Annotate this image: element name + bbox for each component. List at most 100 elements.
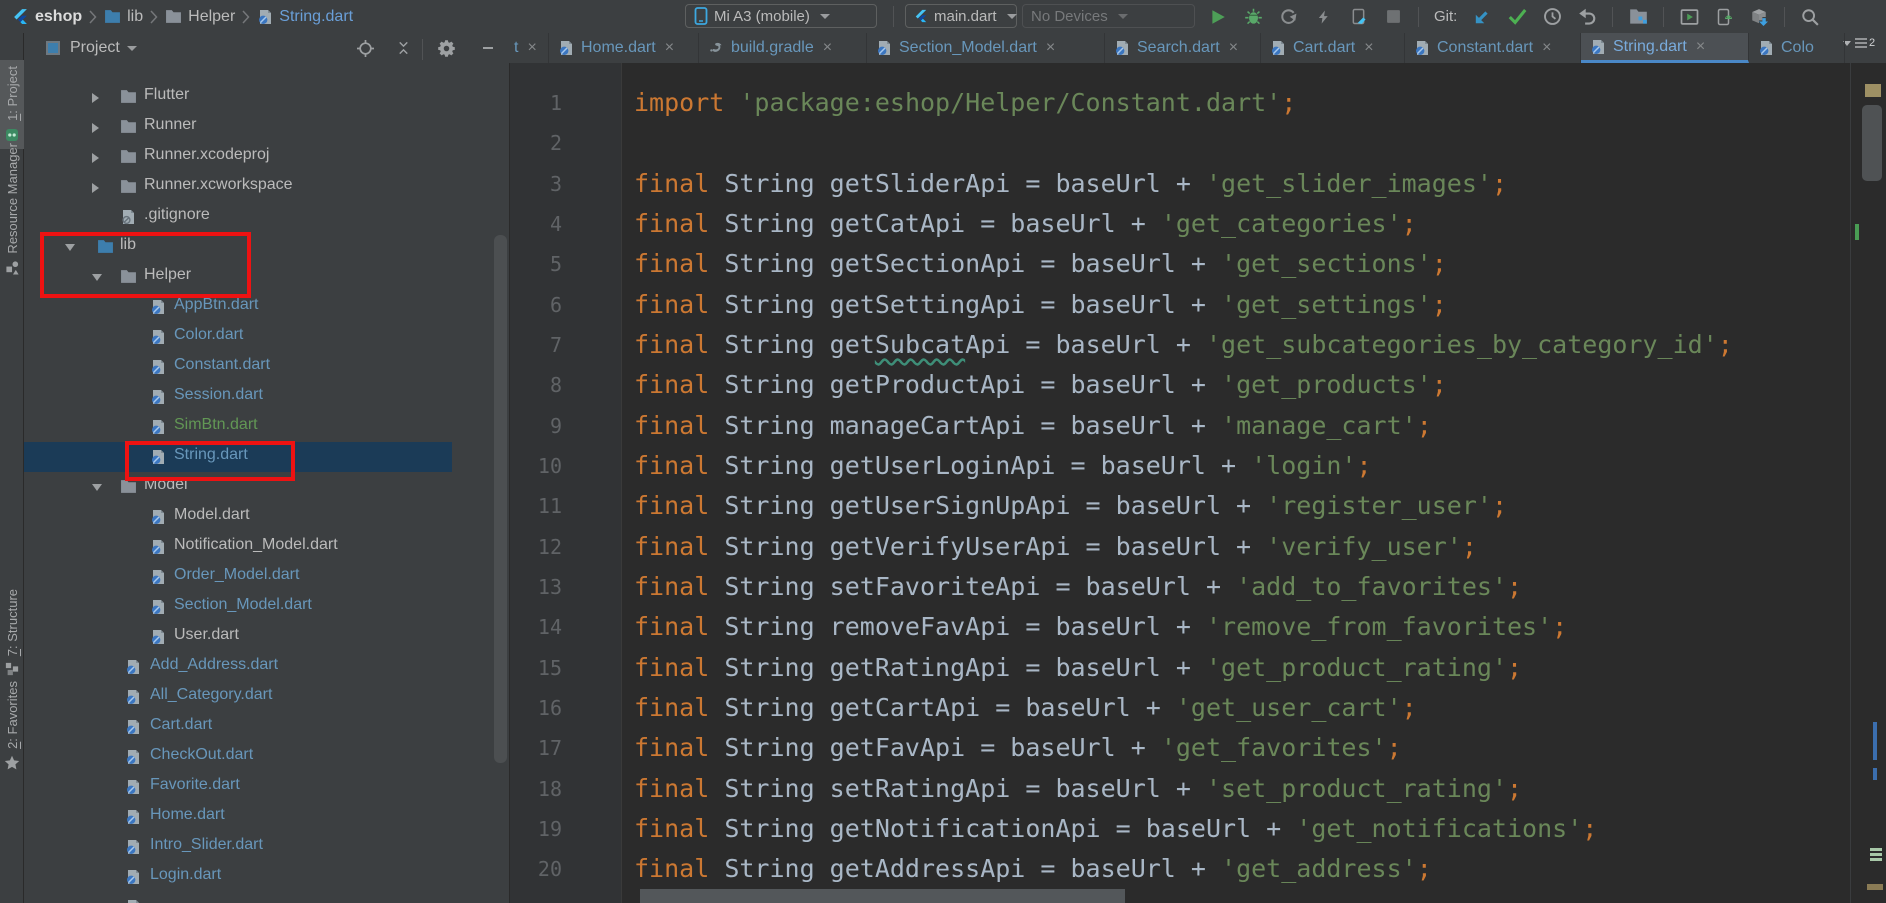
tool-window-button-2-favorites[interactable]: 2: Favorites [0, 675, 24, 777]
tree-item-session-dart[interactable]: Session.dart [24, 382, 510, 412]
tree-item-user-dart[interactable]: User.dart [24, 622, 510, 652]
target-device-label: No Devices [1031, 8, 1108, 25]
debug-button[interactable] [1243, 7, 1263, 27]
tab-build-gradle[interactable]: build.gradle× [699, 33, 867, 63]
code-line-4: final String getCatApi = baseUrl + 'get_… [634, 204, 1417, 244]
history-button[interactable] [1542, 7, 1562, 27]
tree-item-label: Notification_Model.dart [174, 536, 338, 554]
tree-item-login-dart[interactable]: Login.dart [24, 862, 510, 892]
tab-string-dart[interactable]: String.dart× [1581, 33, 1749, 63]
code-editor[interactable]: 1234567891011121314151617181920 import '… [510, 63, 1886, 903]
close-icon[interactable]: × [665, 39, 674, 57]
undo-icon [1578, 8, 1597, 25]
code-line-20: final String getAddressApi = baseUrl + '… [634, 849, 1432, 889]
commit-button[interactable] [1507, 7, 1527, 27]
close-icon[interactable]: × [1696, 38, 1705, 56]
chevron-collapsed-icon[interactable] [92, 153, 99, 163]
editor-scrollbar-thumb[interactable] [1862, 105, 1882, 181]
device-selector-label: Mi A3 (mobile) [714, 8, 810, 25]
tree-item-color-dart[interactable]: Color.dart [24, 322, 510, 352]
tree-item-all-category-dart[interactable]: All_Category.dart [24, 682, 510, 712]
breadcrumb-item-lib[interactable]: lib [104, 8, 143, 26]
minimize-icon[interactable] [479, 39, 497, 57]
locate-icon[interactable] [356, 39, 374, 57]
run-config-selector[interactable]: main.dart [905, 4, 1017, 28]
close-icon[interactable]: × [1046, 39, 1055, 57]
tool-window-button-resource-manager[interactable]: Resource Manager [0, 137, 24, 281]
tree-item-order-model-dart[interactable]: Order_Model.dart [24, 562, 510, 592]
error-stripe[interactable] [1850, 63, 1886, 903]
open-devtools-button[interactable] [1348, 7, 1368, 27]
toolbar-separator [1663, 7, 1664, 27]
tree-item-home-dart[interactable]: Home.dart [24, 802, 510, 832]
tree-item-add-address-dart[interactable]: Add_Address.dart [24, 652, 510, 682]
tab-home-dart[interactable]: Home.dart× [549, 33, 699, 63]
chevron-collapsed-icon[interactable] [92, 93, 99, 103]
line-number: 1 [510, 83, 562, 123]
chevron-collapsed-icon[interactable] [92, 183, 99, 193]
sdk-manager-button[interactable] [1749, 7, 1769, 27]
close-icon[interactable]: × [1542, 39, 1551, 57]
close-icon[interactable]: × [1229, 39, 1238, 57]
update-project-button[interactable] [1472, 7, 1492, 27]
tree-item--gitignore[interactable]: .gitignore [24, 202, 510, 232]
close-icon[interactable]: × [823, 39, 832, 57]
tab-t[interactable]: t× [505, 33, 549, 63]
tree-item-checkout-dart[interactable]: CheckOut.dart [24, 742, 510, 772]
tree-item-model-dart[interactable]: Model.dart [24, 502, 510, 532]
tool-window-button-1-project[interactable]: 1: Project [0, 60, 24, 149]
tree-item-clipped[interactable] [24, 892, 510, 903]
hidden-tabs-button[interactable]: 2 [1843, 37, 1875, 49]
chevron-expanded-icon[interactable] [92, 484, 102, 491]
tab-cart-dart[interactable]: Cart.dart× [1261, 33, 1405, 63]
breadcrumb-item-eshop[interactable]: eshop [12, 8, 82, 26]
tree-item-runner[interactable]: Runner [24, 112, 510, 142]
chevron-collapsed-icon[interactable] [92, 123, 99, 133]
toolbar-separator [1418, 7, 1419, 27]
inspection-status-badge[interactable] [1865, 84, 1881, 97]
tree-item-intro-slider-dart[interactable]: Intro_Slider.dart [24, 832, 510, 862]
code-line-18: final String setRatingApi = baseUrl + 's… [634, 769, 1522, 809]
tree-item-notification-model-dart[interactable]: Notification_Model.dart [24, 532, 510, 562]
breadcrumb-item-string-dart[interactable]: String.dart [257, 8, 353, 26]
tool-window-button-7-structure[interactable]: 7: Structure [0, 583, 24, 682]
tree-item-constant-dart[interactable]: Constant.dart [24, 352, 510, 382]
close-icon[interactable]: × [527, 39, 536, 57]
tree-scrollbar[interactable] [494, 235, 507, 763]
dart-file-icon [1270, 40, 1286, 56]
gear-icon[interactable] [437, 39, 455, 57]
run-window-button[interactable] [1679, 7, 1699, 27]
tree-item-runner-xcworkspace[interactable]: Runner.xcworkspace [24, 172, 510, 202]
tab-colo[interactable]: Colo [1749, 33, 1845, 63]
run-button[interactable] [1208, 7, 1228, 27]
breadcrumb-item-helper[interactable]: Helper [165, 8, 235, 26]
tab-search-dart[interactable]: Search.dart× [1105, 33, 1261, 63]
tree-item-runner-xcodeproj[interactable]: Runner.xcodeproj [24, 142, 510, 172]
close-icon[interactable]: × [1364, 39, 1373, 57]
dart-file-icon [1758, 40, 1774, 56]
search-everywhere-button[interactable] [1800, 7, 1820, 27]
tree-item-cart-dart[interactable]: Cart.dart [24, 712, 510, 742]
tree-item-favorite-dart[interactable]: Favorite.dart [24, 772, 510, 802]
tab-section-model-dart[interactable]: Section_Model.dart× [867, 33, 1105, 63]
stop-button[interactable] [1383, 7, 1403, 27]
project-panel-title[interactable]: Project [70, 33, 137, 63]
profile-button[interactable] [1278, 7, 1298, 27]
target-device-selector[interactable]: No Devices [1022, 4, 1195, 28]
device-selector[interactable]: Mi A3 (mobile) [685, 4, 877, 28]
tab-constant-dart[interactable]: Constant.dart× [1405, 33, 1581, 63]
line-number: 6 [510, 285, 562, 325]
dart-file-icon [150, 389, 167, 405]
tool-window-label: 2: Favorites [5, 681, 20, 749]
device-manager-button[interactable] [1714, 7, 1734, 27]
dart-file-icon [125, 689, 142, 705]
folder-icon [120, 479, 137, 495]
project-structure-button[interactable] [1628, 7, 1648, 27]
attach-debugger-button[interactable] [1313, 7, 1333, 27]
rollback-button[interactable] [1577, 7, 1597, 27]
tree-item-flutter[interactable]: Flutter [24, 82, 510, 112]
dart-file-icon [150, 329, 167, 345]
tree-item-section-model-dart[interactable]: Section_Model.dart [24, 592, 510, 622]
collapse-all-icon[interactable] [394, 39, 412, 57]
tree-item-simbtn-dart[interactable]: SimBtn.dart [24, 412, 510, 442]
